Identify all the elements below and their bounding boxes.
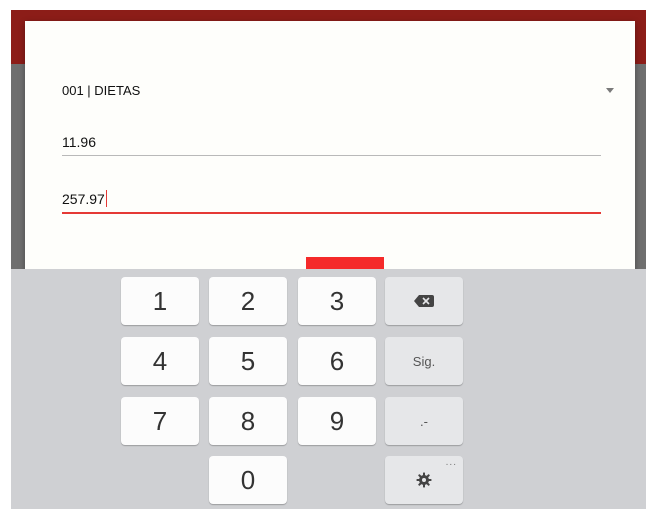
- key-4[interactable]: 4: [121, 337, 199, 385]
- numeric-keyboard: 1 2 3 4 5 6 Sig. 7 8 9 .- 0 ...: [11, 269, 646, 509]
- text-cursor: [105, 190, 108, 207]
- second-amount-value: 257.97: [62, 190, 108, 207]
- concept-select[interactable]: 001 | DIETAS: [62, 75, 616, 105]
- entry-dialog: 001 | DIETAS 11.96 257.97 ENVIAR: [25, 21, 635, 274]
- gear-icon: [416, 472, 432, 488]
- concept-select-value: 001 | DIETAS: [62, 82, 141, 98]
- first-amount-value: 11.96: [62, 134, 96, 150]
- key-1[interactable]: 1: [121, 277, 199, 325]
- punctuation-key[interactable]: .-: [385, 397, 463, 445]
- key-9[interactable]: 9: [298, 397, 376, 445]
- key-3[interactable]: 3: [298, 277, 376, 325]
- app-screen: 001 | DIETAS 11.96 257.97 ENVIAR 1 2 3 4…: [11, 10, 646, 509]
- first-amount-field[interactable]: 11.96: [62, 125, 601, 156]
- settings-key[interactable]: ...: [385, 456, 463, 504]
- key-2[interactable]: 2: [209, 277, 287, 325]
- key-8[interactable]: 8: [209, 397, 287, 445]
- backspace-icon: [414, 295, 434, 307]
- dropdown-arrow-icon: [606, 87, 614, 93]
- key-7[interactable]: 7: [121, 397, 199, 445]
- key-5[interactable]: 5: [209, 337, 287, 385]
- next-key[interactable]: Sig.: [385, 337, 463, 385]
- second-amount-text: 257.97: [62, 191, 105, 207]
- second-amount-field[interactable]: 257.97: [62, 182, 601, 214]
- key-6[interactable]: 6: [298, 337, 376, 385]
- more-options-label: ...: [445, 457, 457, 468]
- backspace-key[interactable]: [385, 277, 463, 325]
- key-0[interactable]: 0: [209, 456, 287, 504]
